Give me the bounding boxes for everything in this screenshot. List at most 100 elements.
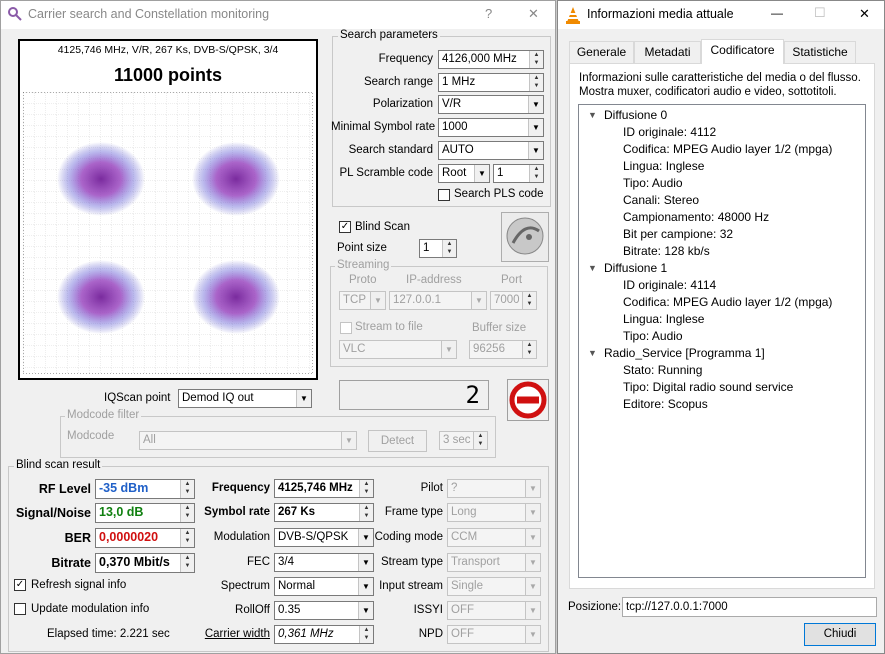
npd-select[interactable]: OFF ▼	[447, 625, 541, 644]
chevron-down-icon: ▼	[358, 529, 373, 546]
tab-codificatore[interactable]: Codificatore	[701, 39, 784, 64]
chevron-down-icon: ▼	[525, 578, 540, 595]
frequency-input[interactable]: 4126,000 MHz ▲ ▼	[438, 50, 544, 69]
chevron-down-icon: ▼	[296, 390, 311, 407]
chevron-down-icon[interactable]: ▼	[588, 348, 597, 358]
port-input[interactable]: 7000 ▲ ▼	[490, 291, 537, 310]
symbol-cluster	[57, 260, 145, 334]
rf-level-value: -35 dBm ▲ ▼	[95, 479, 195, 499]
buffer-size-label: Buffer size	[472, 322, 527, 334]
point-size-spinner[interactable]: ▲ ▼	[442, 240, 456, 257]
blind-scan-result-title: Blind scan result	[14, 459, 103, 471]
media-info-close-button[interactable]: ✕	[859, 6, 870, 22]
timeout-spinner[interactable]: ▲ ▼	[473, 432, 487, 449]
snr-spinner[interactable]: ▲ ▼	[180, 504, 194, 522]
min-symbol-rate-select[interactable]: 1000 ▼	[438, 118, 544, 137]
carrier-width-value: 0,361 MHz ▲ ▼	[274, 625, 374, 644]
input-stream-label: Input stream	[379, 580, 443, 592]
point-size-input[interactable]: 1 ▲ ▼	[419, 239, 457, 258]
media-info-title: Informazioni media attuale	[587, 7, 734, 21]
minimize-button[interactable]: —	[771, 6, 783, 20]
chevron-down-icon: ▼	[528, 142, 543, 159]
fec-select[interactable]: 3/4 ▼	[274, 553, 374, 572]
pl-scramble-code-input[interactable]: 1 ▲ ▼	[493, 164, 544, 183]
frame-type-select[interactable]: Long ▼	[447, 503, 541, 522]
spectrum-select[interactable]: Normal ▼	[274, 577, 374, 596]
position-field[interactable]: tcp://127.0.0.1:7000	[622, 597, 877, 617]
refresh-signal-label: Refresh signal info	[31, 579, 127, 591]
buffer-size-spinner[interactable]: ▲ ▼	[522, 341, 536, 358]
symbol-rate-spinner[interactable]: ▲ ▼	[359, 504, 373, 521]
title-bar: Carrier search and Constellation monitor…	[1, 1, 555, 29]
result-frequency-value: 4125,746 MHz ▲ ▼	[274, 479, 374, 498]
blind-scan-checkbox[interactable]: ✓	[339, 221, 351, 233]
search-pls-label: Search PLS code	[454, 188, 544, 200]
description-line-2: Mostra muxer, codificatori audio e video…	[579, 86, 837, 98]
close-button[interactable]: ✕	[528, 6, 539, 22]
tab-metadati[interactable]: Metadati	[634, 41, 701, 63]
carrier-width-label[interactable]: Carrier width	[196, 628, 270, 640]
symbol-cluster	[57, 142, 145, 216]
tab-generale[interactable]: Generale	[569, 41, 634, 63]
polarization-select[interactable]: V/R ▼	[438, 95, 544, 114]
tree-node-diffusione-0[interactable]: Diffusione 0	[604, 108, 667, 122]
tree-node-diffusione-1[interactable]: Diffusione 1	[604, 261, 667, 275]
bitrate-spinner[interactable]: ▲ ▼	[180, 554, 194, 572]
modcode-select[interactable]: All ▼	[139, 431, 357, 450]
tab-statistiche[interactable]: Statistiche	[784, 41, 856, 63]
stop-button[interactable]	[507, 379, 549, 421]
chevron-down-icon: ▼	[441, 341, 456, 358]
chevron-down-icon: ▼	[525, 602, 540, 619]
chevron-down-icon: ▼	[370, 292, 385, 309]
ber-spinner[interactable]: ▲ ▼	[180, 529, 194, 547]
help-button[interactable]: ?	[485, 6, 492, 21]
frequency-spinner[interactable]: ▲ ▼	[529, 51, 543, 68]
tree-item: Lingua: Inglese	[623, 159, 705, 173]
pl-scramble-spinner[interactable]: ▲ ▼	[529, 165, 543, 182]
update-modulation-checkbox[interactable]	[14, 603, 26, 615]
maximize-button[interactable]: ☐	[814, 5, 826, 21]
refresh-signal-checkbox[interactable]: ✓	[14, 579, 26, 591]
detect-timeout-input[interactable]: 3 sec ▲ ▼	[439, 431, 488, 450]
rf-level-spinner[interactable]: ▲ ▼	[180, 480, 194, 498]
search-pls-checkbox[interactable]	[438, 189, 450, 201]
chevron-down-icon[interactable]: ▼	[588, 110, 597, 120]
port-spinner[interactable]: ▲ ▼	[522, 292, 536, 309]
modulation-select[interactable]: DVB-S/QPSK ▼	[274, 528, 374, 547]
frame-type-label: Frame type	[384, 506, 443, 518]
rolloff-select[interactable]: 0.35 ▼	[274, 601, 374, 620]
pl-scramble-mode-select[interactable]: Root ▼	[438, 164, 490, 183]
media-info-title-bar: Informazioni media attuale — ☐ ✕	[558, 1, 884, 29]
satellite-scan-button[interactable]	[501, 212, 549, 262]
stream-to-file-checkbox[interactable]	[340, 322, 352, 334]
tree-item: Canali: Stereo	[623, 193, 700, 207]
chiudi-button[interactable]: Chiudi	[804, 623, 876, 646]
iqscan-select[interactable]: Demod IQ out ▼	[178, 389, 312, 408]
search-range-spinner[interactable]: ▲ ▼	[529, 74, 543, 91]
snr-label: Signal/Noise	[15, 506, 91, 520]
ip-address-select[interactable]: 127.0.0.1 ▼	[389, 291, 487, 310]
chevron-down-icon: ▼	[525, 554, 540, 571]
buffer-size-input[interactable]: 96256 ▲ ▼	[469, 340, 537, 359]
stream-type-select[interactable]: Transport ▼	[447, 553, 541, 572]
tree-node-radio-service[interactable]: Radio_Service [Programma 1]	[604, 346, 765, 360]
point-size-label: Point size	[337, 242, 387, 254]
chevron-down-icon[interactable]: ▼	[588, 263, 597, 273]
bitrate-value: 0,370 Mbit/s ▲ ▼	[95, 553, 195, 573]
pilot-select[interactable]: ? ▼	[447, 479, 541, 498]
carrier-width-spinner[interactable]: ▲ ▼	[359, 626, 373, 643]
issyi-select[interactable]: OFF ▼	[447, 601, 541, 620]
points-count: 11000 points	[113, 65, 223, 85]
detect-button[interactable]: Detect	[368, 430, 427, 452]
input-stream-select[interactable]: Single ▼	[447, 577, 541, 596]
search-range-input[interactable]: 1 MHz ▲ ▼	[438, 73, 544, 92]
player-select[interactable]: VLC ▼	[339, 340, 457, 359]
tree-item: Lingua: Inglese	[623, 312, 705, 326]
coding-mode-select[interactable]: CCM ▼	[447, 528, 541, 547]
search-standard-select[interactable]: AUTO ▼	[438, 141, 544, 160]
proto-select[interactable]: TCP ▼	[339, 291, 386, 310]
chevron-down-icon: ▼	[358, 554, 373, 571]
fec-label: FEC	[247, 556, 270, 568]
result-frequency-spinner[interactable]: ▲ ▼	[359, 480, 373, 497]
chevron-down-icon: ▼	[358, 578, 373, 595]
